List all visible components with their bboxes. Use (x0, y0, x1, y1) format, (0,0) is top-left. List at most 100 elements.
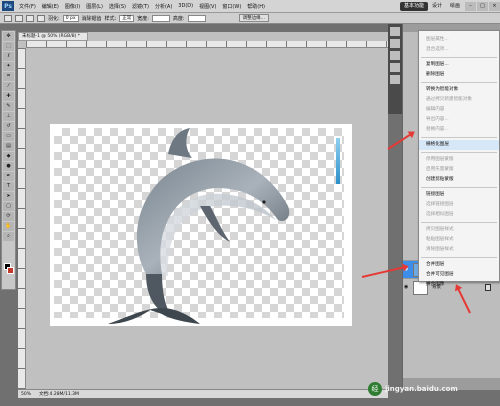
menu-layer[interactable]: 图层(L) (83, 3, 106, 10)
menu-separator (421, 257, 497, 258)
context-menu-item[interactable]: 合并图层 (419, 260, 499, 270)
toolbox: ✥ ⬚ ℓ ✦ ⌗ ⁄ ✚ ✎ ⊥ ↺ ▭ ▤ ◆ ● ✒ T ➤ ▢ ⟳ ✋ … (1, 30, 16, 290)
menu-analysis[interactable]: 分析(A) (152, 3, 175, 10)
status-zoom[interactable]: 50% (21, 392, 31, 397)
context-menu-item[interactable]: 复制图层... (419, 60, 499, 70)
info-panel-icon[interactable] (390, 51, 400, 60)
feather-label: 羽化: (48, 15, 60, 22)
context-menu-item: 停用图层蒙版 (426, 157, 454, 162)
healing-brush-icon[interactable]: ✚ (3, 92, 14, 101)
panel-icon-strip (388, 24, 402, 114)
status-doc-size: 文档:4.28M/11.3M (39, 392, 79, 397)
gradient-tool-icon[interactable]: ▤ (3, 142, 14, 151)
context-menu-item: 编辑内容 (426, 107, 445, 112)
context-menu-item: 通过拷贝新建智能对象 (426, 97, 472, 102)
background-color-swatch[interactable] (7, 267, 14, 274)
context-menu-item[interactable]: 删除图层 (419, 70, 499, 80)
image-canvas[interactable] (50, 124, 352, 326)
document-tab[interactable]: 未标题-1 @ 50% (RGB/8) * (18, 32, 88, 41)
height-label: 高度: (172, 15, 185, 22)
layer-context-menu: 图层属性... 混合选项... 复制图层... 删除图层转换为智能对象通过拷贝新建智能… (418, 30, 500, 287)
context-menu-item[interactable]: 创建剪贴蒙版 (419, 175, 499, 185)
context-menu-item: 选择相似图层 (426, 212, 454, 217)
menu-separator (421, 187, 497, 188)
brush-tool-icon[interactable]: ✎ (3, 102, 14, 111)
menu-view[interactable]: 视图(V) (196, 3, 219, 10)
path-select-icon[interactable]: ➤ (3, 192, 14, 201)
width-field[interactable] (151, 14, 170, 22)
shape-tool-icon[interactable]: ▢ (3, 202, 14, 211)
style-select[interactable]: 正常 (119, 14, 135, 22)
minimize-icon[interactable]: – (465, 1, 476, 11)
context-menu-item[interactable]: 链接图层 (419, 190, 499, 200)
feather-field[interactable]: 0 px (62, 14, 79, 22)
close-icon[interactable]: × (489, 1, 500, 11)
menu-file[interactable]: 文件(F) (16, 3, 39, 10)
lasso-tool-icon[interactable]: ℓ (3, 52, 14, 61)
context-menu-item: 图层属性... (426, 37, 449, 42)
watermark-text: jingyan.baidu.com (385, 385, 458, 393)
blur-tool-icon[interactable]: ◆ (3, 152, 14, 161)
menu-select[interactable]: 选择(S) (106, 3, 129, 10)
zoom-tool-icon[interactable]: ⌕ (3, 232, 14, 241)
history-panel-icon[interactable] (390, 27, 400, 36)
antialias-label[interactable]: 消除锯齿 (82, 15, 102, 22)
menu-bar: Ps 文件(F) 编辑(E) 图像(I) 图层(L) 选择(S) 滤镜(T) 分… (0, 0, 500, 13)
new-selection-icon[interactable] (15, 14, 23, 22)
stamp-tool-icon[interactable]: ⊥ (3, 112, 14, 121)
context-menu-item: 选择链接图层 (426, 202, 454, 207)
vertical-ruler (18, 48, 26, 389)
status-bar: 50% 文档:4.28M/11.3M (18, 389, 388, 398)
refine-edge-button[interactable]: 调整边缘... (238, 14, 269, 22)
menu-window[interactable]: 窗口(W) (219, 3, 244, 10)
menu-edit[interactable]: 编辑(E) (39, 3, 62, 10)
workspace-design-button[interactable]: 设计 (428, 2, 446, 11)
type-tool-icon[interactable]: T (3, 182, 14, 191)
dodge-tool-icon[interactable]: ● (3, 162, 14, 171)
3d-rotate-icon[interactable]: ⟳ (3, 212, 14, 221)
context-menu-item: 清除图层样式 (426, 247, 454, 252)
eraser-tool-icon[interactable]: ▭ (3, 132, 14, 141)
context-menu-item: 导出内容... (426, 117, 449, 122)
menu-separator (421, 82, 497, 83)
magic-wand-icon[interactable]: ✦ (3, 62, 14, 71)
horizontal-ruler (26, 41, 388, 48)
menu-filter[interactable]: 滤镜(T) (129, 3, 152, 10)
brush-panel-icon[interactable] (390, 63, 400, 72)
context-menu-item[interactable]: 转换为智能对象 (419, 85, 499, 95)
width-label: 宽度: (137, 15, 149, 22)
subtract-selection-icon[interactable] (37, 14, 45, 22)
context-menu-item: 启用矢量蒙版 (426, 167, 454, 172)
workspace-essentials-button[interactable]: 基本功能 (399, 1, 428, 11)
menu-image[interactable]: 图像(I) (62, 3, 83, 10)
move-tool-icon[interactable]: ✥ (3, 32, 14, 41)
menu-separator (421, 222, 497, 223)
context-menu-item: 替换内容... (426, 127, 449, 132)
history-brush-icon[interactable]: ↺ (3, 122, 14, 131)
context-menu-item[interactable]: 栅格化图层 (419, 140, 499, 150)
eyedropper-icon[interactable]: ⁄ (3, 82, 14, 91)
menu-separator (421, 152, 497, 153)
hand-tool-icon[interactable]: ✋ (3, 222, 14, 231)
pen-tool-icon[interactable]: ✒ (3, 172, 14, 181)
menu-help[interactable]: 帮助(H) (244, 3, 268, 10)
menu-3d[interactable]: 3D(D) (175, 3, 196, 9)
visibility-eye-icon[interactable]: ◉ (404, 284, 410, 290)
workspace-painting-button[interactable]: 绘画 (446, 2, 464, 11)
menu-separator (421, 137, 497, 138)
menu-separator (421, 57, 497, 58)
marquee-tool-icon[interactable]: ⬚ (3, 42, 14, 51)
actions-panel-icon[interactable] (390, 39, 400, 48)
context-menu-item: 混合选项... (426, 47, 449, 52)
add-selection-icon[interactable] (26, 14, 34, 22)
crop-tool-icon[interactable]: ⌗ (3, 72, 14, 81)
context-menu-item[interactable]: 合并可见图层 (419, 270, 499, 280)
marquee-tool-icon[interactable] (4, 14, 12, 22)
context-menu-item: 拷贝图层样式 (426, 227, 454, 232)
height-field[interactable] (187, 14, 206, 22)
tools-preset-icon[interactable] (390, 75, 400, 84)
document-window: 未标题-1 @ 50% (RGB/8) * 50% 文档:4.28M/11.3M (18, 32, 388, 398)
jingyan-logo-icon: 经 (368, 382, 382, 396)
maximize-icon[interactable]: □ (477, 1, 488, 11)
context-menu-item: 粘贴图层样式 (426, 237, 454, 242)
